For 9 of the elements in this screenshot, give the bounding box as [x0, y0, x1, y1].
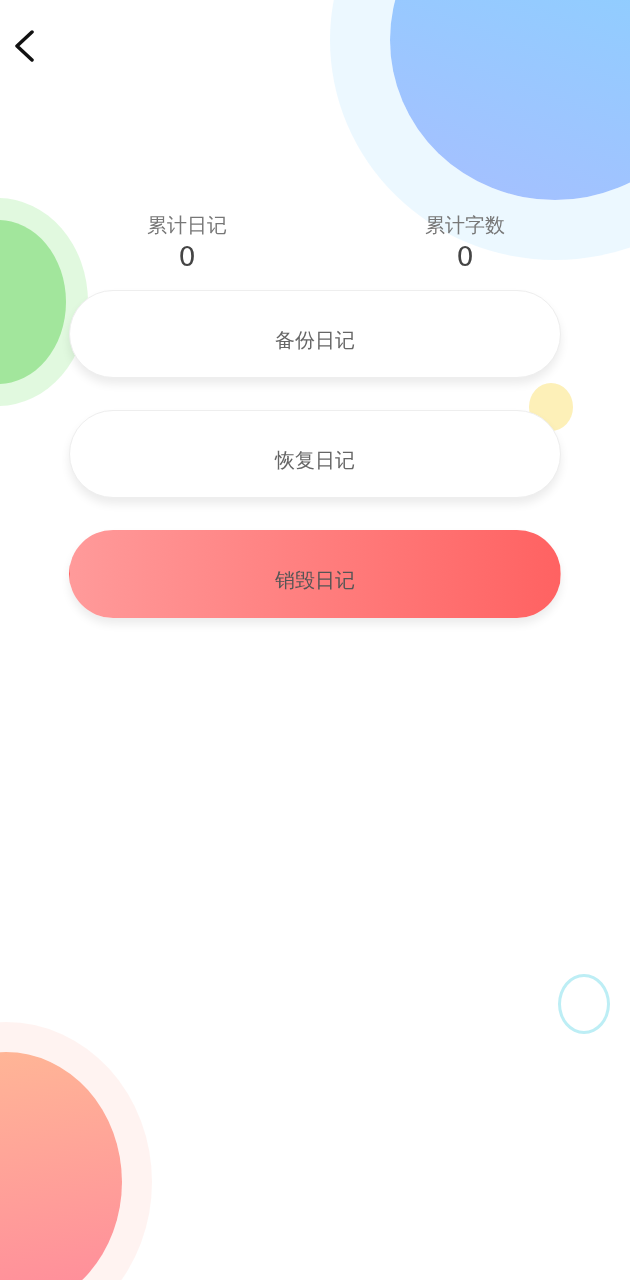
action-button[interactable]: 销毁日记	[69, 530, 561, 618]
stat-value: 0	[178, 241, 196, 272]
action-button[interactable]: 备份日记	[69, 290, 561, 378]
stat-label: 累计日记	[147, 212, 227, 239]
stat-value: 0	[456, 241, 474, 272]
decorative-ring	[558, 974, 610, 1034]
stat-label: 累计字数	[425, 212, 505, 239]
back-icon[interactable]	[12, 30, 36, 62]
action-button[interactable]: 恢复日记	[69, 410, 561, 498]
